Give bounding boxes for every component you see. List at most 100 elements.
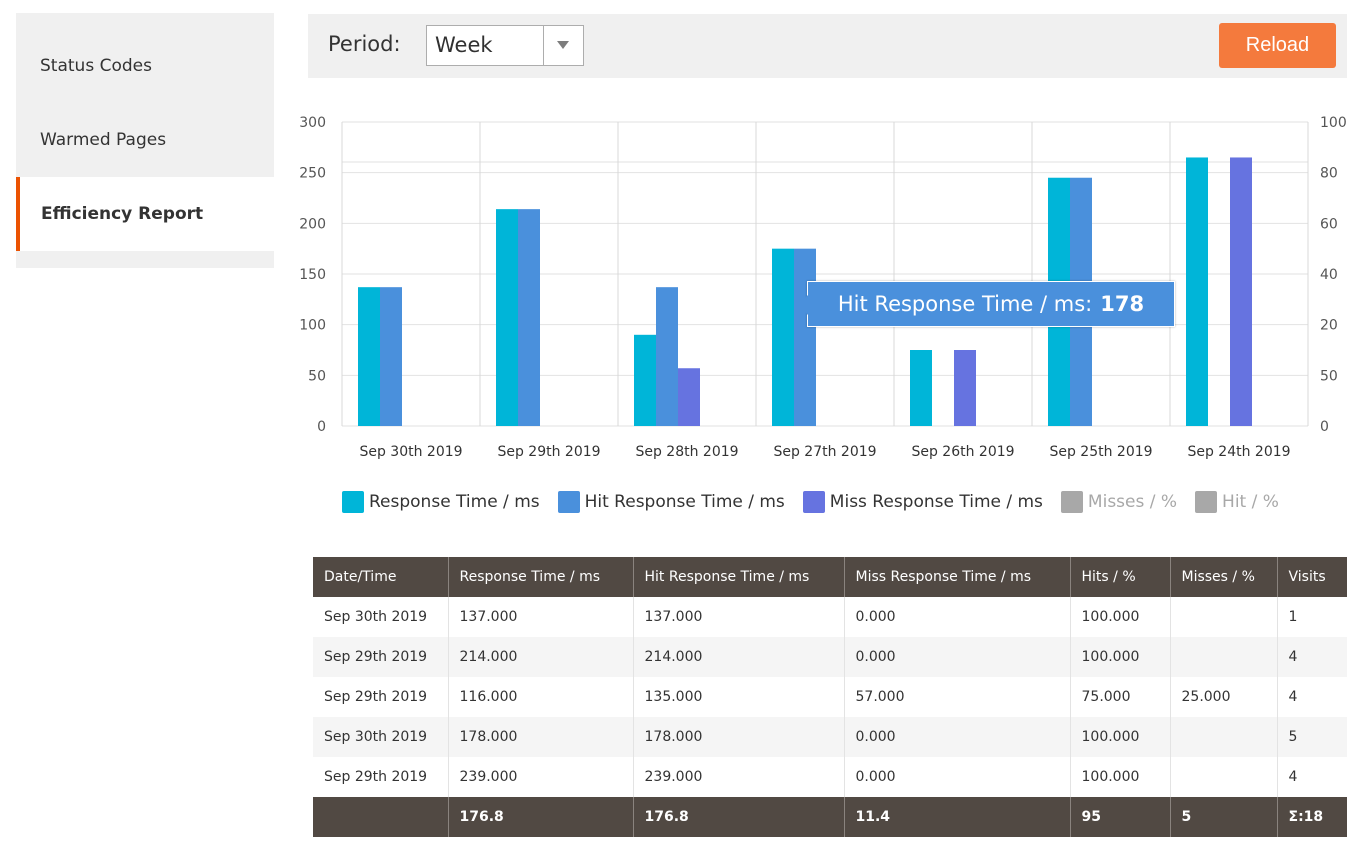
table-cell (1170, 597, 1278, 637)
y-axis-left-tick-label: 100 (299, 318, 326, 334)
x-axis-category-label: Sep 28th 2019 (635, 444, 738, 460)
table-cell: 25.000 (1170, 677, 1278, 717)
y-axis-left-tick-label: 150 (299, 267, 326, 283)
table-cell: 137.000 (633, 597, 845, 637)
table-footer-row: 176.8 176.8 11.4 95 5 Σ:18 (313, 797, 1347, 837)
y-axis-left-tick-label: 0 (317, 419, 326, 435)
period-label: Period: (328, 32, 401, 56)
legend-label: Misses / % (1087, 492, 1178, 512)
sidebar-item-warmed-pages[interactable]: Warmed Pages (16, 103, 274, 177)
sidebar-item-status-codes[interactable]: Status Codes (16, 29, 274, 103)
legend-item-hit-percent[interactable]: Hit / % (1195, 491, 1279, 513)
period-select-value: Week (435, 33, 493, 57)
table-cell: 239.000 (448, 757, 634, 797)
x-axis-category-label: Sep 27th 2019 (773, 444, 876, 460)
table-row: Sep 30th 2019 178.000 178.000 0.000 100.… (313, 717, 1347, 757)
bar-miss-response-time-ms (954, 350, 976, 426)
legend-item-miss-response-time[interactable]: Miss Response Time / ms (802, 491, 1043, 513)
table-cell: Sep 29th 2019 (313, 677, 449, 717)
x-axis-category-label: Sep 25th 2019 (1049, 444, 1152, 460)
y-axis-left-tick-label: 50 (308, 368, 326, 384)
table-cell: 5 (1277, 717, 1347, 757)
y-axis-left-tick-label: 300 (299, 115, 326, 131)
y-axis-right-tick-label: 100 (1320, 115, 1347, 131)
table-row: Sep 29th 2019 239.000 239.000 0.000 100.… (313, 757, 1347, 797)
table-cell: 0.000 (844, 637, 1071, 677)
y-axis-right-tick-label: 20 (1320, 318, 1338, 334)
table-footer-cell: Σ:18 (1277, 797, 1347, 837)
column-header: Miss Response Time / ms (844, 557, 1071, 597)
table-footer-cell: 176.8 (633, 797, 845, 837)
chevron-down-icon (557, 41, 569, 49)
efficiency-report-table: Date/Time Response Time / ms Hit Respons… (313, 557, 1347, 837)
table-cell: 100.000 (1070, 597, 1171, 637)
bar-hit-response-time-ms (656, 287, 678, 426)
column-header: Hit Response Time / ms (633, 557, 845, 597)
legend-label: Hit Response Time / ms (584, 492, 785, 512)
table-cell: 137.000 (448, 597, 634, 637)
bar-response-time-ms (1186, 157, 1208, 426)
bar-response-time-ms (496, 209, 518, 426)
table-cell: 57.000 (844, 677, 1071, 717)
tooltip-arrow (798, 295, 808, 315)
legend-item-hit-response-time[interactable]: Hit Response Time / ms (557, 491, 785, 513)
bar-response-time-ms (910, 350, 932, 426)
legend-item-response-time[interactable]: Response Time / ms (342, 491, 540, 513)
table-footer-cell: 176.8 (448, 797, 634, 837)
legend-swatch (802, 491, 825, 513)
table-cell: Sep 30th 2019 (313, 597, 449, 637)
bar-miss-response-time-ms (1230, 157, 1252, 426)
column-header: Visits (1277, 557, 1347, 597)
sidebar-item-efficiency-report[interactable]: Efficiency Report (16, 177, 274, 251)
tooltip-label: Hit Response Time / ms: (837, 292, 1093, 316)
legend-label: Miss Response Time / ms (829, 492, 1043, 512)
table-row: Sep 29th 2019 214.000 214.000 0.000 100.… (313, 637, 1347, 677)
table-cell: Sep 29th 2019 (313, 757, 449, 797)
y-axis-right-tick-label: 40 (1320, 267, 1338, 283)
table-footer-cell: 95 (1070, 797, 1171, 837)
reload-button[interactable]: Reload (1219, 23, 1336, 68)
table-cell: Sep 30th 2019 (313, 717, 449, 757)
legend-swatch (557, 491, 580, 513)
table-footer-cell: 5 (1170, 797, 1278, 837)
column-header: Misses / % (1170, 557, 1278, 597)
table-cell: 214.000 (448, 637, 634, 677)
y-axis-right-tick-label: 50 (1320, 368, 1338, 384)
table-cell: 100.000 (1070, 637, 1171, 677)
table-cell: 135.000 (633, 677, 845, 717)
table-cell: 100.000 (1070, 757, 1171, 797)
legend-label: Hit / % (1222, 492, 1279, 512)
column-header: Response Time / ms (448, 557, 634, 597)
y-axis-right-tick-label: 80 (1320, 166, 1338, 182)
legend-swatch (342, 491, 364, 513)
legend-item-misses-percent[interactable]: Misses / % (1060, 491, 1178, 513)
tooltip-value: 178 (1100, 292, 1145, 316)
y-axis-right-tick-label: 60 (1320, 216, 1338, 232)
sidebar: Status Codes Warmed Pages Efficiency Rep… (16, 13, 274, 268)
table-cell: 4 (1277, 757, 1347, 797)
table-header-row: Date/Time Response Time / ms Hit Respons… (313, 557, 1347, 597)
table-cell: 0.000 (844, 597, 1071, 637)
period-select[interactable]: Week (426, 25, 584, 66)
table-cell: 4 (1277, 637, 1347, 677)
toolbar: Period: Week Reload (308, 14, 1347, 78)
period-select-toggle[interactable] (543, 26, 583, 65)
table-cell (1170, 637, 1278, 677)
table-row: Sep 29th 2019 116.000 135.000 57.000 75.… (313, 677, 1347, 717)
bar-hit-response-time-ms (518, 209, 540, 426)
table-cell: 1 (1277, 597, 1347, 637)
column-header: Hits / % (1070, 557, 1171, 597)
legend-swatch (1060, 491, 1083, 513)
table-cell: 75.000 (1070, 677, 1171, 717)
x-axis-category-label: Sep 24th 2019 (1187, 444, 1290, 460)
bar-hit-response-time-ms (380, 287, 402, 426)
bar-hit-response-time-ms (794, 248, 816, 426)
table-cell: 214.000 (633, 637, 845, 677)
bar-miss-response-time-ms (678, 368, 700, 426)
legend-swatch (1195, 491, 1218, 513)
bar-response-time-ms (634, 334, 656, 426)
bar-response-time-ms (358, 287, 380, 426)
column-header: Date/Time (313, 557, 449, 597)
table-footer-cell (313, 797, 449, 837)
table-footer-cell: 11.4 (844, 797, 1071, 837)
